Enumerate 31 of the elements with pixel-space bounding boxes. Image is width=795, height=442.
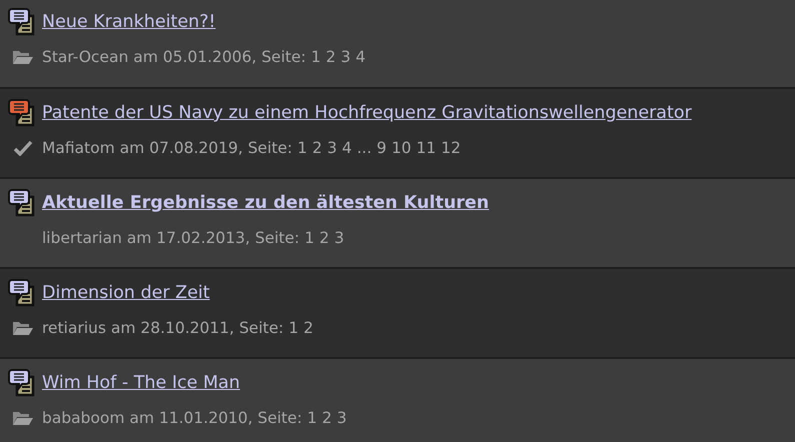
page-link[interactable]: 3 — [327, 139, 337, 157]
page-link[interactable]: 9 — [376, 139, 387, 157]
page-link[interactable]: 1 — [310, 48, 321, 66]
page-link[interactable]: 3 — [340, 48, 351, 66]
page-link[interactable]: 1 — [297, 139, 308, 157]
page-link[interactable]: 2 — [303, 319, 314, 337]
topic-meta: bababoom am 11.01.2010, Seite: — [42, 409, 302, 427]
page-link[interactable]: 12 — [441, 139, 461, 157]
topic-meta: libertarian am 17.02.2013, Seite: — [42, 229, 300, 247]
topic-meta: retiarius am 28.10.2011, Seite: — [42, 319, 284, 337]
topic-title-link[interactable]: Dimension der Zeit — [42, 283, 210, 303]
topic-meta: Star-Ocean am 05.01.2006, Seite: — [42, 48, 306, 66]
topic-title-link[interactable]: Wim Hof - The Ice Man — [42, 373, 240, 393]
topic-title-link[interactable]: Aktuelle Ergebnisse zu den ältesten Kulturen — [42, 193, 490, 213]
topic-meta: Mafiatom am 07.08.2019, Seite: — [42, 139, 292, 157]
page-link[interactable]: ... — [356, 139, 372, 157]
page-link[interactable]: 4 — [356, 48, 366, 66]
page-link[interactable]: 1 — [288, 319, 298, 337]
page-link[interactable]: 3 — [336, 409, 347, 427]
page-link[interactable]: 11 — [416, 139, 436, 157]
page-link[interactable]: 10 — [392, 139, 412, 157]
page-link[interactable]: 2 — [319, 229, 330, 247]
page-link[interactable]: 3 — [334, 229, 344, 247]
page-link[interactable]: 2 — [322, 409, 332, 427]
topic-title-link[interactable]: Neue Krankheiten?! — [42, 12, 216, 32]
page-link[interactable]: 2 — [326, 48, 336, 66]
page-link[interactable]: 4 — [342, 139, 352, 157]
page-link[interactable]: 2 — [312, 139, 322, 157]
page-link[interactable]: 1 — [304, 229, 314, 247]
page-link[interactable]: 1 — [307, 409, 318, 427]
topic-title-link[interactable]: Patente der US Navy zu einem Hochfrequenz Gravitationswellengenerator — [42, 103, 692, 123]
